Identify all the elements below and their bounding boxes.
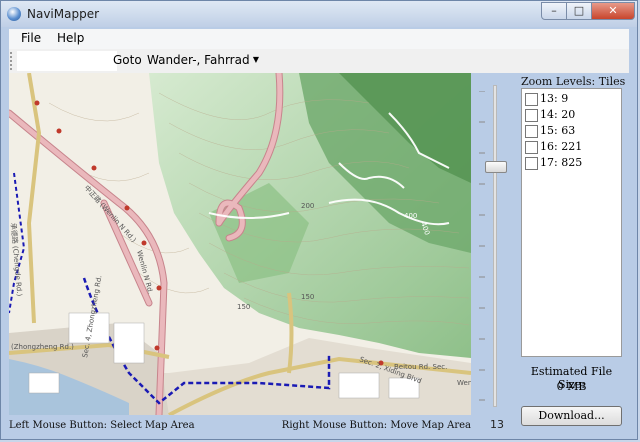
- map-label-elev2: 150: [301, 293, 314, 301]
- zoom-level-label: 15: 63: [540, 124, 576, 137]
- zoom-slider-thumb[interactable]: [485, 161, 507, 173]
- close-button[interactable]: ✕: [591, 2, 635, 20]
- zoom-slider-track[interactable]: [493, 85, 497, 407]
- estimated-size-value: 0 MB: [556, 380, 587, 393]
- status-bar: Left Mouse Button: Select Map Area Right…: [9, 418, 471, 434]
- zoom-level-checkbox[interactable]: [525, 157, 538, 170]
- app-window: NaviMapper – □ ✕ File Help Goto Wander-,…: [0, 0, 638, 440]
- zoom-levels-list: 13: 9 14: 20 15: 63 16: 221 17: 825: [521, 88, 622, 357]
- title-bar: NaviMapper – □ ✕: [1, 1, 637, 27]
- goto-search-input[interactable]: [17, 51, 117, 71]
- map-label-road3: (Zhongzheng Rd.): [11, 343, 74, 351]
- zoom-level-checkbox[interactable]: [525, 93, 538, 106]
- zoom-level-checkbox[interactable]: [525, 109, 538, 122]
- window-title: NaviMapper: [27, 7, 100, 21]
- globe-icon: [7, 7, 21, 21]
- menu-bar: File Help: [9, 29, 629, 49]
- zoom-level-label: 13: 9: [540, 92, 569, 105]
- map-area[interactable]: 中正路 (Wenlin N Rd.) Wenlin N Rd. (Zhongzh…: [9, 73, 471, 415]
- zoom-level-label: 17: 825: [540, 156, 583, 169]
- zoom-slider-ticks: [479, 90, 489, 401]
- zoom-level-label: 14: 20: [540, 108, 576, 121]
- maximize-button[interactable]: □: [566, 2, 592, 20]
- goto-label: Goto: [113, 53, 142, 67]
- zoom-level-checkbox[interactable]: [525, 141, 538, 154]
- status-left-hint: Left Mouse Button: Select Map Area: [9, 420, 195, 431]
- map-label-elev6: Wenl: [457, 379, 471, 387]
- download-button[interactable]: Download...: [521, 406, 622, 426]
- menu-help[interactable]: Help: [53, 31, 88, 45]
- map-label-elev1: 150: [237, 303, 250, 311]
- zoom-level-label: 16: 221: [540, 140, 583, 153]
- toolbar-grip[interactable]: [10, 52, 15, 70]
- map-label-elev5: 200: [301, 202, 314, 210]
- map-style-value: Wander-, Fahrrad: [147, 53, 250, 67]
- zoom-levels-label: Zoom Levels: Tiles: [521, 75, 626, 88]
- zoom-level-value: 13: [490, 418, 504, 431]
- menu-file[interactable]: File: [17, 31, 45, 45]
- toolbar: Goto Wander-, Fahrrad ▼: [9, 49, 629, 73]
- map-label-elev3: 400: [404, 212, 417, 220]
- status-right-hint: Right Mouse Button: Move Map Area: [281, 420, 471, 431]
- zoom-level-checkbox[interactable]: [525, 125, 538, 138]
- chevron-down-icon[interactable]: ▼: [253, 51, 259, 69]
- minimize-button[interactable]: –: [541, 2, 567, 20]
- map-canvas[interactable]: 中正路 (Wenlin N Rd.) Wenlin N Rd. (Zhongzh…: [9, 73, 471, 415]
- map-style-select[interactable]: Wander-, Fahrrad ▼: [147, 51, 261, 69]
